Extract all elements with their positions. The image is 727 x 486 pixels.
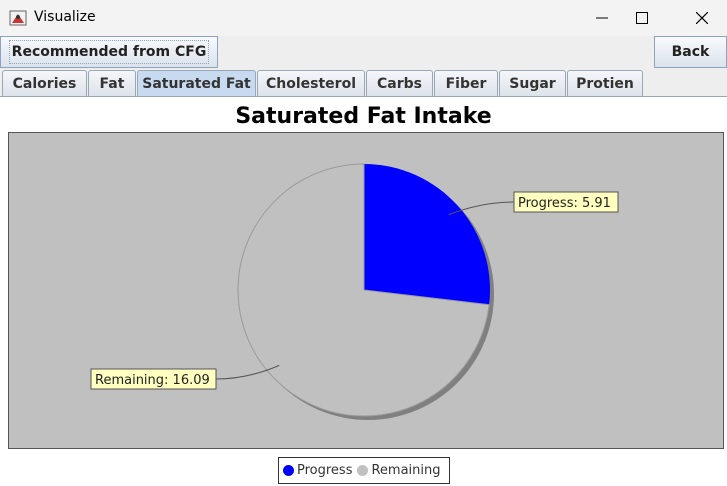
slice-label-progress: Progress: 5.91 [518, 196, 611, 211]
legend-item-remaining: Remaining [357, 463, 441, 478]
legend-label-progress: Progress [297, 463, 353, 478]
legend-swatch-progress [283, 465, 294, 476]
legend-item-progress: Progress [283, 463, 352, 478]
pie-chart: Progress: 5.91 Remaining: 16.09 [90, 163, 619, 420]
pie-slice-progress [364, 164, 491, 305]
legend-label-remaining: Remaining [371, 463, 441, 478]
legend-swatch-remaining [357, 465, 369, 476]
slice-label-remaining: Remaining: 16.09 [95, 373, 210, 388]
visualize-window: Visualize Recommended from CFG Back Calo… [0, 0, 727, 486]
chart-legend: Progress Remaining [278, 457, 450, 484]
